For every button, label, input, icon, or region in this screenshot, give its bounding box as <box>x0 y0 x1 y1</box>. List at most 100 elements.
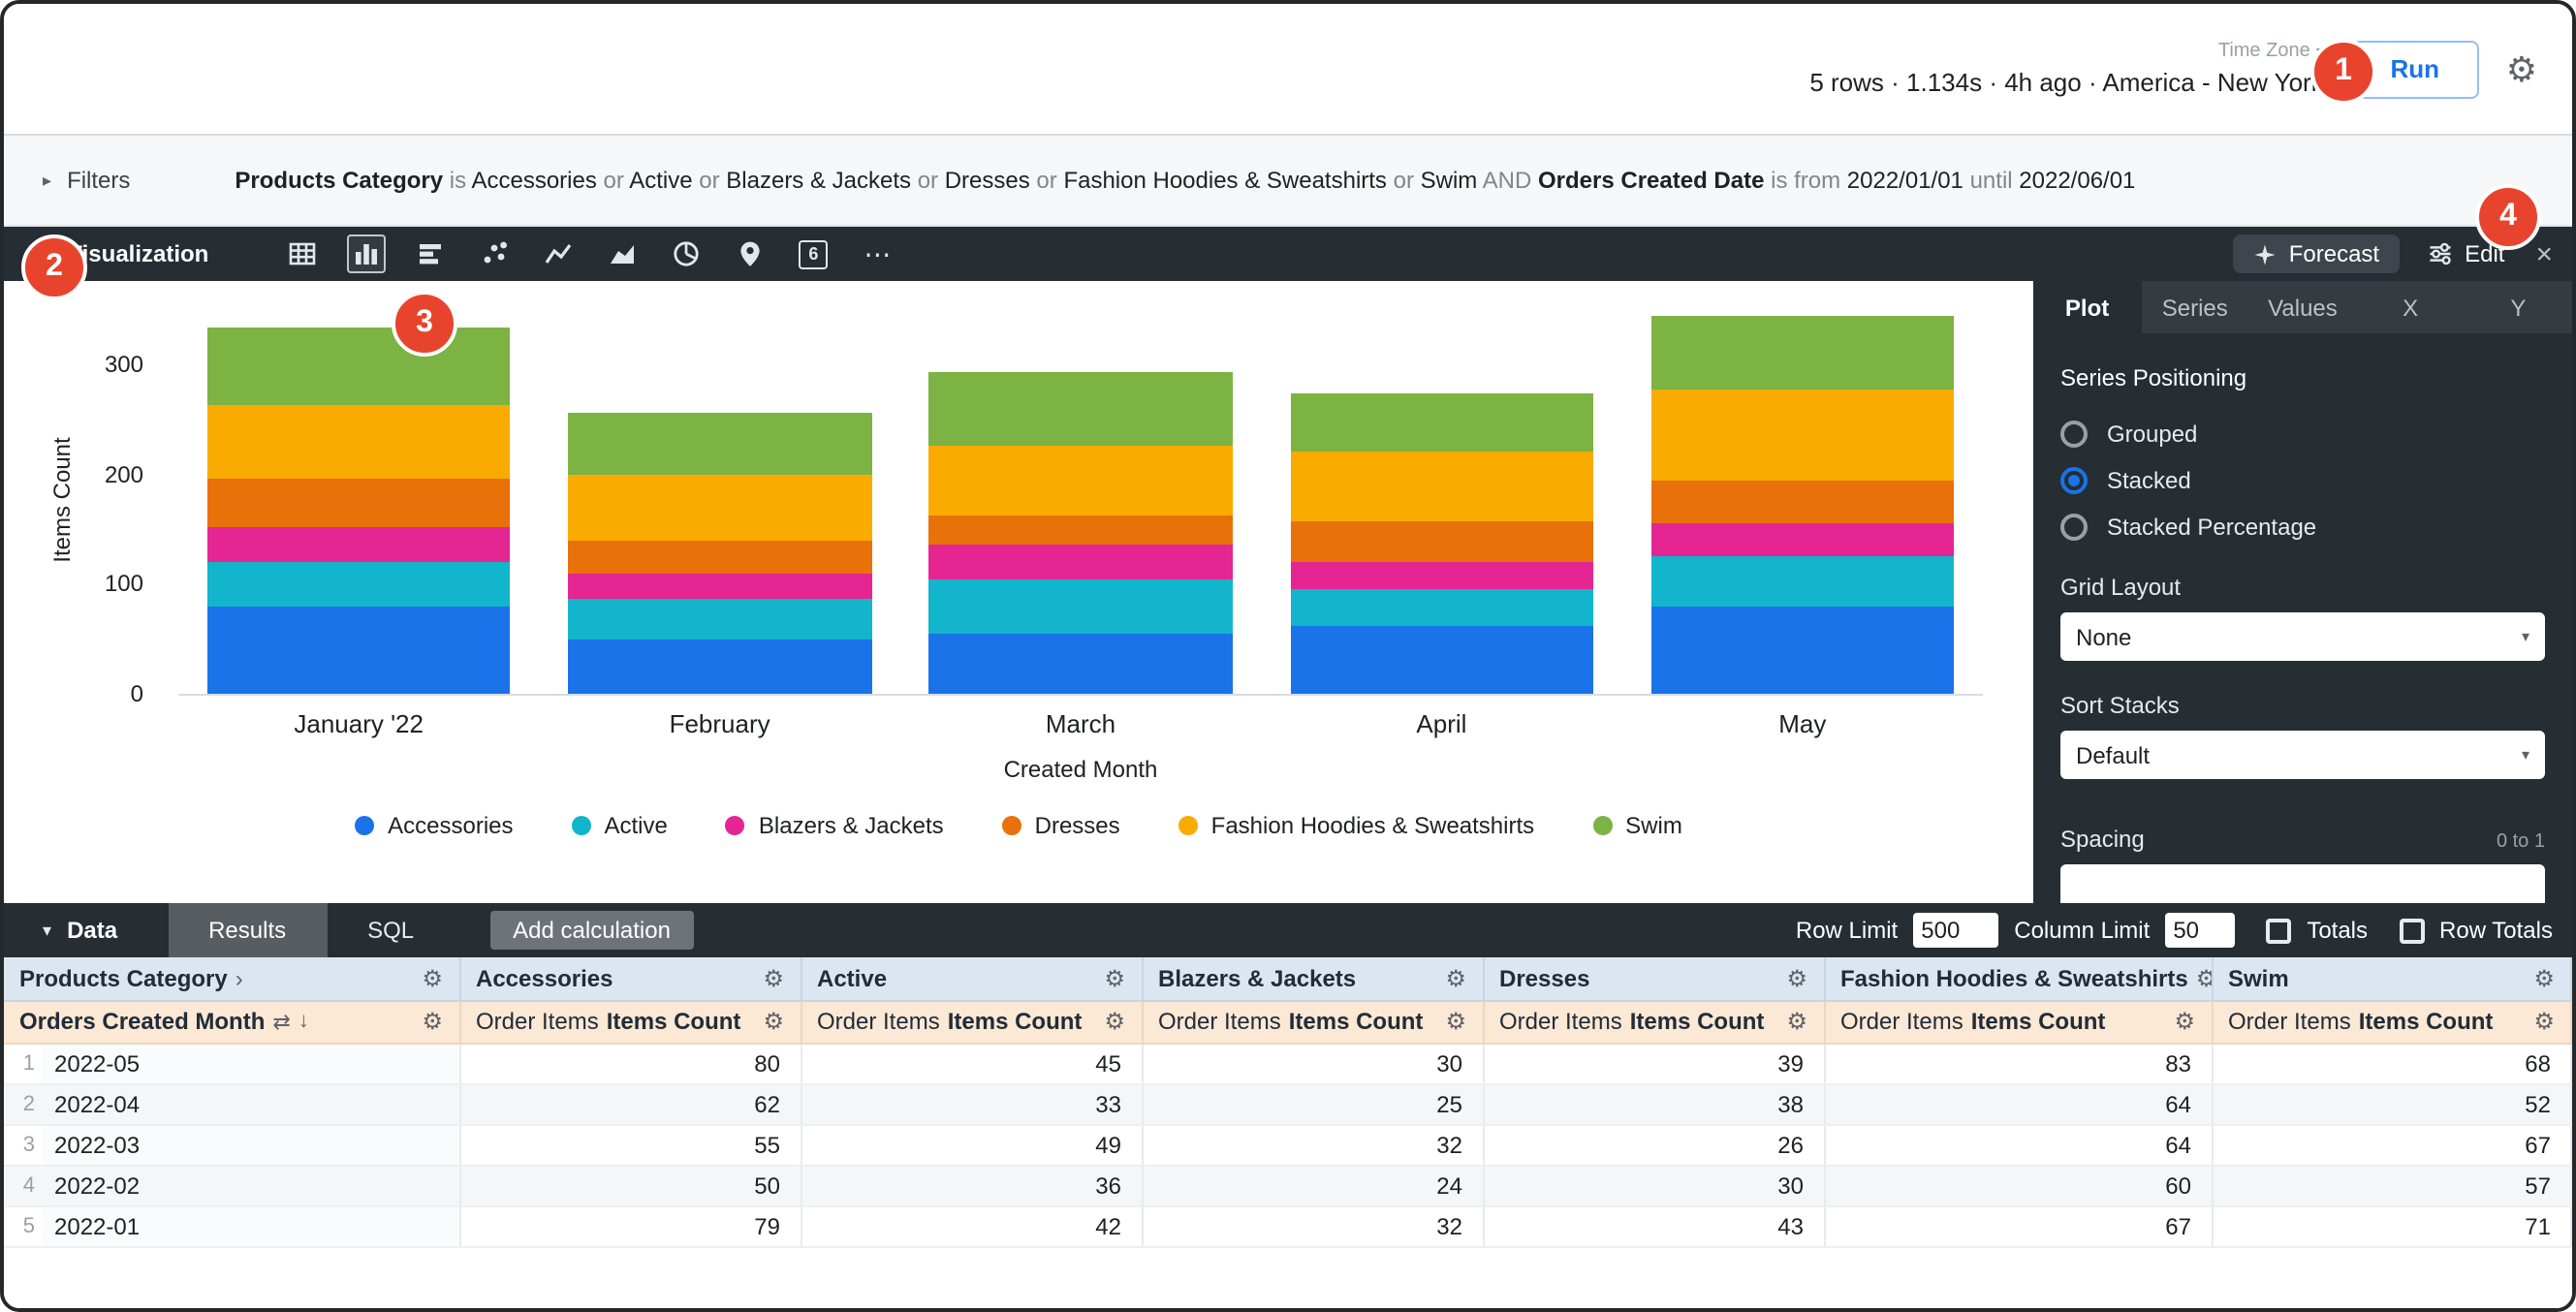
cell-value[interactable]: 80 <box>459 1043 801 1083</box>
gear-icon[interactable]: ⚙ <box>1786 1010 1807 1033</box>
forecast-button[interactable]: Forecast <box>2233 234 2399 273</box>
edit-tab-x[interactable]: X <box>2357 281 2465 333</box>
spacing-input[interactable] <box>2060 864 2545 903</box>
segment-blazers-jackets[interactable] <box>1290 562 1593 589</box>
cell-value[interactable]: 49 <box>801 1124 1142 1165</box>
cell-value[interactable]: 64 <box>1824 1124 2212 1165</box>
swap-sort-icon[interactable]: ⇄ <box>272 1009 290 1034</box>
segment-active[interactable] <box>929 579 1233 633</box>
stacked-bar-april[interactable] <box>1290 393 1593 694</box>
sort-desc-icon[interactable]: ↓ <box>298 1010 309 1033</box>
segment-dresses[interactable] <box>1650 482 1954 524</box>
column-header-orders-created-month[interactable]: Orders Created Month⇄↓⚙ <box>4 1000 459 1043</box>
visualization-label[interactable]: Visualization <box>67 240 208 267</box>
gear-icon[interactable]: ⚙ <box>2506 51 2537 86</box>
row-totals-checkbox[interactable] <box>2399 918 2424 943</box>
segment-dresses[interactable] <box>929 516 1233 545</box>
segment-swim[interactable] <box>1290 393 1593 451</box>
cell-value[interactable]: 42 <box>801 1205 1142 1246</box>
legend-item-accessories[interactable]: Accessories <box>355 812 513 839</box>
filters-label[interactable]: Filters <box>67 167 130 194</box>
cell-value[interactable]: 25 <box>1142 1083 1483 1124</box>
gear-icon[interactable]: ⚙ <box>422 1010 443 1033</box>
timezone-toggle[interactable]: Time Zone ▾ <box>2218 41 2324 62</box>
cell-value[interactable]: 60 <box>1824 1165 2212 1205</box>
more-viz-icon[interactable]: ⋯ <box>858 234 896 273</box>
cell-value[interactable]: 38 <box>1483 1083 1824 1124</box>
gear-icon[interactable]: ⚙ <box>763 1010 784 1033</box>
gear-icon[interactable]: ⚙ <box>1104 967 1125 990</box>
cell-value[interactable]: 52 <box>2212 1083 2571 1124</box>
filters-expand-icon[interactable]: ▸ <box>43 170 51 191</box>
legend-item-dresses[interactable]: Dresses <box>1002 812 1120 839</box>
grid-layout-select[interactable]: None ▾ <box>2060 612 2545 661</box>
column-group-blazers-jackets[interactable]: Blazers & Jackets⚙ <box>1142 957 1483 1000</box>
area-chart-viz-icon[interactable] <box>602 234 641 273</box>
measure-header-fashion-hoodies-sweatshirts[interactable]: Order ItemsItems Count⚙ <box>1824 1000 2212 1043</box>
segment-blazers-jackets[interactable] <box>1650 524 1954 557</box>
cell-value[interactable]: 55 <box>459 1124 801 1165</box>
table-viz-icon[interactable] <box>282 234 321 273</box>
segment-accessories[interactable] <box>1650 607 1954 694</box>
segment-blazers-jackets[interactable] <box>207 526 511 561</box>
bar-chart-viz-icon[interactable] <box>410 234 449 273</box>
segment-blazers-jackets[interactable] <box>929 545 1233 579</box>
segment-fashion-hoodies-sweatshirts[interactable] <box>1650 390 1954 482</box>
cell-value[interactable]: 32 <box>1142 1124 1483 1165</box>
gear-icon[interactable]: ⚙ <box>1786 967 1807 990</box>
column-group-fashion-hoodies-sweatshirts[interactable]: Fashion Hoodies & Sweatshirts⚙ <box>1824 957 2212 1000</box>
cell-value[interactable]: 32 <box>1142 1205 1483 1246</box>
cell-value[interactable]: 30 <box>1483 1165 1824 1205</box>
scatter-viz-icon[interactable] <box>474 234 513 273</box>
gear-icon[interactable]: ⚙ <box>2174 1010 2195 1033</box>
stacked-bar-march[interactable] <box>929 373 1233 694</box>
column-chart-viz-icon[interactable] <box>346 234 385 273</box>
gear-icon[interactable]: ⚙ <box>763 967 784 990</box>
cell-value[interactable]: 39 <box>1483 1043 1824 1083</box>
cell-month[interactable]: 2022-05 <box>43 1043 459 1083</box>
cell-month[interactable]: 2022-02 <box>43 1165 459 1205</box>
edit-tab-y[interactable]: Y <box>2465 281 2572 333</box>
segment-accessories[interactable] <box>207 608 511 694</box>
cell-value[interactable]: 26 <box>1483 1124 1824 1165</box>
column-group-swim[interactable]: Swim⚙ <box>2212 957 2571 1000</box>
cell-value[interactable]: 67 <box>1824 1205 2212 1246</box>
data-tab-sql[interactable]: SQL <box>327 903 455 957</box>
measure-header-dresses[interactable]: Order ItemsItems Count⚙ <box>1483 1000 1824 1043</box>
measure-header-swim[interactable]: Order ItemsItems Count⚙ <box>2212 1000 2571 1043</box>
radio-stacked-percentage[interactable]: Stacked Percentage <box>2060 512 2545 543</box>
radio-grouped[interactable]: Grouped <box>2060 419 2545 450</box>
close-icon[interactable]: × <box>2535 239 2553 268</box>
legend-item-swim[interactable]: Swim <box>1592 812 1682 839</box>
column-group-active[interactable]: Active⚙ <box>801 957 1142 1000</box>
segment-fashion-hoodies-sweatshirts[interactable] <box>1290 451 1593 520</box>
data-label[interactable]: Data <box>67 917 117 944</box>
legend-item-fashion-hoodies-sweatshirts[interactable]: Fashion Hoodies & Sweatshirts <box>1178 812 1535 839</box>
line-chart-viz-icon[interactable] <box>538 234 577 273</box>
cell-value[interactable]: 71 <box>2212 1205 2571 1246</box>
gear-icon[interactable]: ⚙ <box>2196 967 2212 990</box>
segment-fashion-hoodies-sweatshirts[interactable] <box>929 447 1233 516</box>
segment-fashion-hoodies-sweatshirts[interactable] <box>568 475 871 541</box>
legend-item-active[interactable]: Active <box>572 812 668 839</box>
segment-dresses[interactable] <box>568 541 871 574</box>
cell-value[interactable]: 67 <box>2212 1124 2571 1165</box>
cell-value[interactable]: 79 <box>459 1205 801 1246</box>
measure-header-accessories[interactable]: Order ItemsItems Count⚙ <box>459 1000 801 1043</box>
segment-swim[interactable] <box>207 328 511 405</box>
stacked-bar-february[interactable] <box>568 413 871 695</box>
row-limit-input[interactable] <box>1913 913 1998 948</box>
segment-swim[interactable] <box>929 373 1233 447</box>
cell-value[interactable]: 45 <box>801 1043 1142 1083</box>
segment-active[interactable] <box>1290 590 1593 626</box>
cell-value[interactable]: 24 <box>1142 1165 1483 1205</box>
cell-month[interactable]: 2022-01 <box>43 1205 459 1246</box>
cell-value[interactable]: 43 <box>1483 1205 1824 1246</box>
totals-checkbox[interactable] <box>2266 918 2291 943</box>
gear-icon[interactable]: ⚙ <box>2533 1010 2555 1033</box>
pie-chart-viz-icon[interactable] <box>666 234 705 273</box>
cell-value[interactable]: 64 <box>1824 1083 2212 1124</box>
column-group-dresses[interactable]: Dresses⚙ <box>1483 957 1824 1000</box>
gear-icon[interactable]: ⚙ <box>422 967 443 990</box>
cell-value[interactable]: 33 <box>801 1083 1142 1124</box>
